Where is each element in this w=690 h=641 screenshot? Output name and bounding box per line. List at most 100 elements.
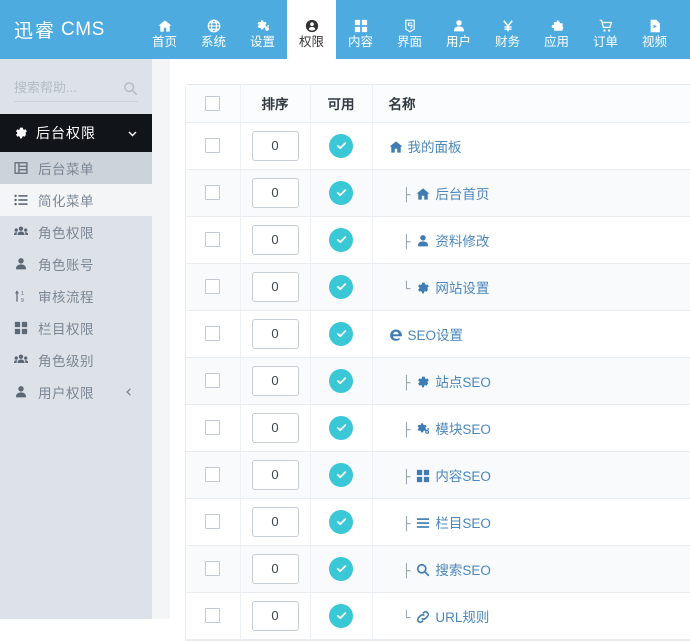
td-available <box>310 263 373 311</box>
sidebar-item-简化菜单[interactable]: 简化菜单 <box>0 184 152 216</box>
search-icon[interactable] <box>123 81 138 96</box>
sort-input[interactable]: 0 <box>251 365 299 396</box>
sidebar-item-用户权限[interactable]: 用户权限 <box>0 376 152 408</box>
sidebar-item-label: 角色级别 <box>38 354 94 369</box>
tree-branch-glyph: ├ <box>402 563 411 579</box>
sort-input[interactable]: 0 <box>251 412 299 443</box>
available-toggle[interactable] <box>329 274 353 299</box>
sort-input[interactable]: 0 <box>251 506 299 537</box>
td-name: └ 网站设置 <box>372 263 690 311</box>
user-icon <box>14 385 38 399</box>
available-toggle[interactable] <box>329 180 353 205</box>
home-icon <box>389 140 403 154</box>
topnav-item-首页[interactable]: 首页 <box>140 0 189 59</box>
available-toggle[interactable] <box>329 133 353 158</box>
sort-input[interactable]: 0 <box>251 177 299 208</box>
available-toggle[interactable] <box>329 509 353 534</box>
select-all-checkbox[interactable] <box>205 96 221 112</box>
menu-name-link[interactable]: 站点SEO <box>435 375 491 390</box>
gears-icon <box>256 11 270 33</box>
row-checkbox[interactable] <box>205 184 221 200</box>
topnav-item-系统[interactable]: 系统 <box>189 0 238 59</box>
td-checkbox <box>186 404 241 452</box>
row-checkbox[interactable] <box>205 231 221 247</box>
sort-input[interactable]: 0 <box>251 224 299 255</box>
svg-text:9: 9 <box>21 298 24 303</box>
search-input[interactable] <box>14 79 109 97</box>
sidebar-item-label: 用户权限 <box>38 386 94 401</box>
video-file-icon <box>648 11 662 33</box>
td-available <box>310 169 373 217</box>
table-row: 0 SEO设置 <box>186 310 690 358</box>
sidebar-item-后台菜单[interactable]: 后台菜单 <box>0 152 152 184</box>
sort-input[interactable]: 0 <box>251 459 299 490</box>
topnav-item-界面[interactable]: 界面 <box>385 0 434 59</box>
topnav-item-订单[interactable]: 订单 <box>581 0 630 59</box>
available-toggle[interactable] <box>329 368 353 393</box>
menu-name-link[interactable]: URL规则 <box>435 610 489 625</box>
menu-name-link[interactable]: 网站设置 <box>435 281 489 296</box>
app-logo[interactable]: 迅睿 CMS <box>0 0 140 59</box>
user-icon <box>416 234 430 248</box>
menu-name-link[interactable]: SEO设置 <box>408 328 464 343</box>
sidebar-item-角色账号[interactable]: 角色账号 <box>0 248 152 280</box>
sort-input[interactable]: 0 <box>251 600 299 631</box>
row-checkbox[interactable] <box>205 419 221 435</box>
row-checkbox[interactable] <box>205 513 221 529</box>
menu-name-link[interactable]: 搜索SEO <box>435 563 491 578</box>
grid-icon <box>416 469 430 483</box>
chevron-left-icon[interactable] <box>124 387 134 397</box>
sidebar-item-审核流程[interactable]: 1 9 审核流程 <box>0 280 152 312</box>
sort-input[interactable]: 0 <box>251 553 299 584</box>
topnav-item-视频[interactable]: 视频 <box>630 0 679 59</box>
row-checkbox[interactable] <box>205 560 221 576</box>
row-checkbox[interactable] <box>205 278 221 294</box>
td-sort: 0 <box>240 310 311 358</box>
menu-name-link[interactable]: 内容SEO <box>435 469 491 484</box>
sidebar-search <box>0 59 152 114</box>
topnav-item-设置[interactable]: 设置 <box>238 0 287 59</box>
sidebar-group-backend-permission[interactable]: 后台权限 <box>0 114 164 152</box>
menu-name-link[interactable]: 模块SEO <box>435 422 491 437</box>
td-name: ├ 资料修改 <box>372 216 690 264</box>
topnav-item-用户[interactable]: 用户 <box>434 0 483 59</box>
sidebar-item-栏目权限[interactable]: 栏目权限 <box>0 312 152 344</box>
sort-input[interactable]: 0 <box>251 318 299 349</box>
topnav-label: 应用 <box>543 34 569 49</box>
th-available: 可用 <box>310 85 373 123</box>
menu-name-link[interactable]: 资料修改 <box>435 234 489 249</box>
row-checkbox[interactable] <box>205 137 221 153</box>
available-toggle[interactable] <box>329 603 353 628</box>
link-icon <box>416 610 430 624</box>
row-checkbox[interactable] <box>205 372 221 388</box>
top-navigation: 首页 系统 设置 权限 内容 界面 用户 财务 应用 订单 视频 <box>140 0 679 59</box>
td-name: └ URL规则 <box>372 592 690 640</box>
row-checkbox[interactable] <box>205 325 221 341</box>
topnav-item-权限[interactable]: 权限 <box>287 0 336 59</box>
row-checkbox[interactable] <box>205 607 221 623</box>
row-checkbox[interactable] <box>205 466 221 482</box>
topnav-item-内容[interactable]: 内容 <box>336 0 385 59</box>
available-toggle[interactable] <box>329 227 353 252</box>
td-sort: 0 <box>240 122 311 170</box>
menu-name-link[interactable]: 栏目SEO <box>435 516 491 531</box>
menu-name-link[interactable]: 我的面板 <box>408 140 462 155</box>
th-sort: 排序 <box>240 85 311 123</box>
available-toggle[interactable] <box>329 415 353 440</box>
gear-icon <box>416 375 430 389</box>
sidebar-item-角色权限[interactable]: 角色权限 <box>0 216 152 248</box>
menu-name-link[interactable]: 后台首页 <box>435 187 489 202</box>
sort-input[interactable]: 0 <box>251 271 299 302</box>
topnav-item-应用[interactable]: 应用 <box>532 0 581 59</box>
sort-input[interactable]: 0 <box>251 130 299 161</box>
available-toggle[interactable] <box>329 462 353 487</box>
td-available <box>310 357 373 405</box>
chevron-down-icon[interactable] <box>127 128 138 139</box>
sidebar-item-角色级别[interactable]: 角色级别 <box>0 344 152 376</box>
topnav-item-财务[interactable]: 财务 <box>483 0 532 59</box>
available-toggle[interactable] <box>329 556 353 581</box>
available-toggle[interactable] <box>329 321 353 346</box>
users-icon <box>14 353 38 367</box>
topnav-label: 视频 <box>641 34 667 49</box>
backend-menu-table: 排序 可用 名称 0 我的面板 0 ├ 后台首页 0 ├ 资料修改 0 └ 网站设置 0 SEO设置 0 ├… <box>186 85 690 640</box>
